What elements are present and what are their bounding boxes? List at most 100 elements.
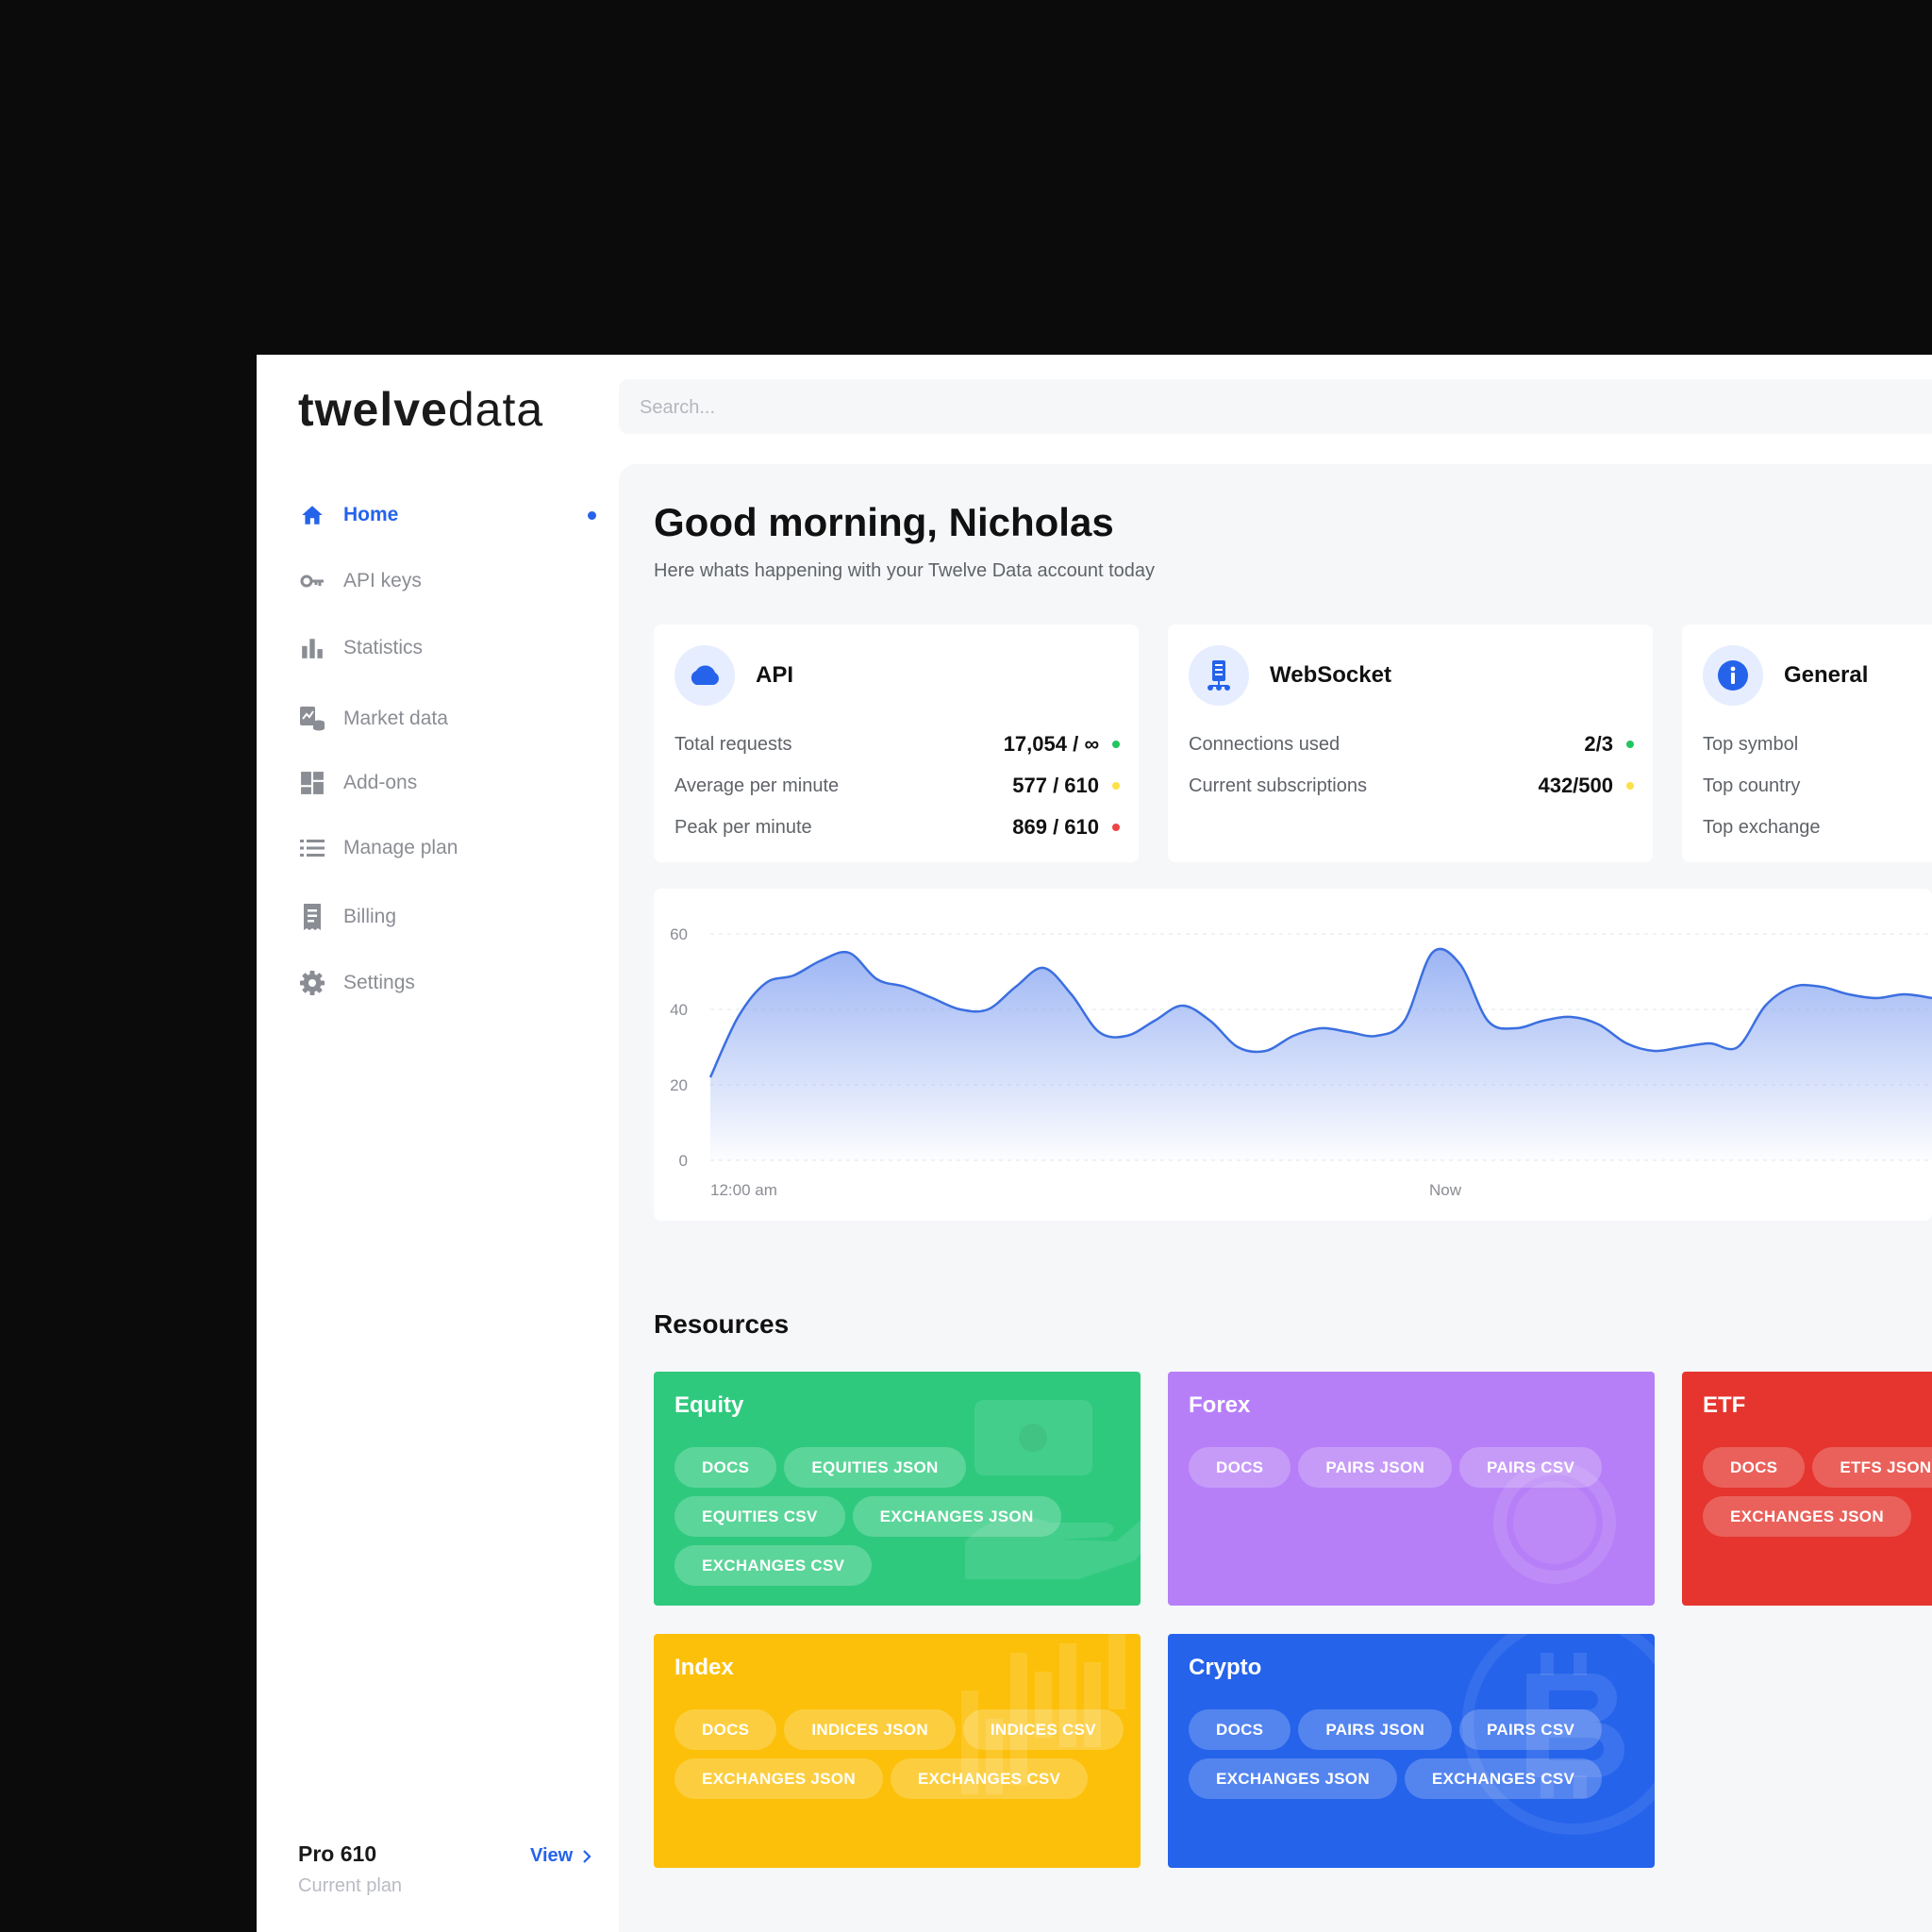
resource-link-pairs-json[interactable]: PAIRS JSON	[1298, 1447, 1453, 1488]
gear-icon	[298, 969, 326, 997]
stat-label: Average per minute	[675, 774, 840, 796]
stat-row: Average per minute 577 / 610	[675, 772, 1120, 800]
resource-card-title: Equity	[675, 1392, 744, 1418]
resource-card-title: ETF	[1703, 1392, 1746, 1418]
stat-row: Current subscriptions 432/500	[1189, 772, 1634, 800]
resource-link-docs[interactable]: DOCS	[1703, 1447, 1806, 1488]
y-tick-label: 20	[670, 1076, 688, 1094]
card-title: General	[1784, 662, 1869, 688]
stat-value: 17,054 / ∞	[1003, 732, 1099, 756]
resource-tags: DOCS PAIRS JSON PAIRS CSV	[1189, 1447, 1641, 1488]
resource-link-docs[interactable]: DOCS	[675, 1447, 777, 1488]
resource-link-exchanges-json[interactable]: EXCHANGES JSON	[852, 1496, 1061, 1537]
sidebar-item-market-data[interactable]: Market data	[298, 700, 600, 738]
resource-link-exchanges-json[interactable]: EXCHANGES JSON	[675, 1758, 883, 1799]
stat-row: Connections used 2/3	[1189, 730, 1634, 758]
resource-link-pairs-csv[interactable]: PAIRS CSV	[1459, 1447, 1603, 1488]
resource-link-indices-json[interactable]: INDICES JSON	[784, 1709, 956, 1750]
general-card: General Top symbol Top country Top excha…	[1682, 625, 1932, 862]
resource-link-equities-json[interactable]: EQUITIES JSON	[784, 1447, 966, 1488]
y-tick-label: 0	[679, 1152, 688, 1170]
sidebar-item-billing[interactable]: Billing	[298, 898, 600, 936]
status-dot	[1112, 782, 1120, 790]
logo-bold-text: twelve	[298, 383, 448, 436]
resource-link-exchanges-json[interactable]: EXCHANGES JSON	[1189, 1758, 1397, 1799]
resource-card-equity: Equity DOCS EQUITIES JSON EQUITIES CSV E…	[654, 1372, 1141, 1606]
key-icon	[298, 567, 326, 595]
sidebar-item-label: Home	[343, 504, 399, 525]
stat-label: Connections used	[1189, 733, 1341, 755]
stat-row: Top symbol	[1703, 730, 1932, 758]
resource-tags: DOCS ETFS JSON EXCHANGES JSON	[1703, 1447, 1932, 1537]
logo[interactable]: twelvedata	[298, 381, 543, 438]
card-title: WebSocket	[1270, 662, 1391, 688]
app-window: twelvedata Home API keys Statistics Mark…	[257, 355, 1932, 1932]
sidebar-item-home[interactable]: Home	[298, 496, 600, 534]
resource-link-pairs-csv[interactable]: PAIRS CSV	[1459, 1709, 1603, 1750]
resource-link-exchanges-csv[interactable]: EXCHANGES CSV	[675, 1545, 873, 1586]
sidebar-item-manage-plan[interactable]: Manage plan	[298, 829, 600, 867]
stat-row: Total requests 17,054 / ∞	[675, 730, 1120, 758]
sidebar-item-add-ons[interactable]: Add-ons	[298, 764, 600, 802]
stat-label: Total requests	[675, 733, 792, 755]
view-plan-link[interactable]: View	[530, 1845, 591, 1867]
stat-value: 869 / 610	[1012, 815, 1099, 839]
resource-link-exchanges-csv[interactable]: EXCHANGES CSV	[1404, 1758, 1603, 1799]
sidebar-item-label: Statistics	[343, 637, 424, 658]
resource-tags: DOCS PAIRS JSON PAIRS CSV EXCHANGES JSON…	[1189, 1709, 1641, 1799]
sidebar-item-label: Billing	[343, 906, 397, 927]
sidebar-item-label: Market data	[343, 708, 448, 729]
resource-link-docs[interactable]: DOCS	[1189, 1709, 1291, 1750]
stat-label: Top symbol	[1703, 733, 1799, 755]
card-title: API	[756, 662, 794, 688]
logo-light-text: data	[447, 383, 544, 436]
resource-link-docs[interactable]: DOCS	[675, 1709, 777, 1750]
grid-icon	[298, 769, 326, 797]
stat-row: Top country	[1703, 772, 1932, 800]
y-tick-label: 40	[670, 1001, 688, 1019]
stat-label: Top country	[1703, 774, 1801, 796]
sidebar: twelvedata Home API keys Statistics Mark…	[257, 355, 619, 1932]
receipt-icon	[298, 903, 326, 931]
resource-link-indices-csv[interactable]: INDICES CSV	[962, 1709, 1124, 1750]
resource-link-etfs-json[interactable]: ETFS JSON	[1812, 1447, 1932, 1488]
main-content: Good morning, Nicholas Here whats happen…	[619, 464, 1932, 1932]
resource-tags: DOCS INDICES JSON INDICES CSV EXCHANGES …	[675, 1709, 1127, 1799]
usage-chart: 0 20 40 60 12:00 am Now	[654, 889, 1932, 1221]
sidebar-item-settings[interactable]: Settings	[298, 964, 600, 1002]
view-plan-label: View	[530, 1845, 574, 1866]
active-indicator-dot	[588, 511, 596, 520]
resource-link-pairs-json[interactable]: PAIRS JSON	[1298, 1709, 1453, 1750]
resource-link-docs[interactable]: DOCS	[1189, 1447, 1291, 1488]
stat-label: Peak per minute	[675, 816, 812, 838]
page-subtitle: Here whats happening with your Twelve Da…	[654, 560, 1156, 581]
info-icon	[1703, 645, 1763, 706]
stat-value: 432/500	[1538, 774, 1613, 797]
resource-link-exchanges-csv[interactable]: EXCHANGES CSV	[890, 1758, 1089, 1799]
resource-card-title: Index	[675, 1655, 734, 1680]
list-icon	[298, 834, 326, 862]
sidebar-item-statistics[interactable]: Statistics	[298, 629, 600, 667]
plan-name: Pro 610	[298, 1841, 377, 1866]
resources-title: Resources	[654, 1309, 790, 1339]
stat-label: Top exchange	[1703, 816, 1821, 838]
bar-chart-icon	[298, 634, 326, 662]
x-tick-label: 12:00 am	[710, 1181, 777, 1199]
home-icon	[298, 501, 326, 529]
resource-card-forex: Forex DOCS PAIRS JSON PAIRS CSV	[1168, 1372, 1655, 1606]
usage-chart-svg: 0 20 40 60 12:00 am Now	[670, 925, 1932, 1199]
cloud-icon	[675, 645, 735, 706]
search-input[interactable]	[619, 379, 1491, 436]
sidebar-item-api-keys[interactable]: API keys	[298, 562, 600, 600]
chevron-right-icon	[583, 1849, 591, 1863]
resource-card-index: Index DOCS INDICES JSON INDICES CSV EXCH…	[654, 1634, 1141, 1868]
websocket-card: WebSocket Connections used 2/3 Current s…	[1168, 625, 1653, 862]
stat-label: Current subscriptions	[1189, 774, 1367, 796]
sidebar-item-label: Add-ons	[343, 772, 418, 793]
resource-link-exchanges-json[interactable]: EXCHANGES JSON	[1703, 1496, 1911, 1537]
resource-card-crypto: Crypto DOCS PAIRS JSON PAIRS CSV EXCHANG…	[1168, 1634, 1655, 1868]
status-dot	[1626, 741, 1634, 748]
plan-subtitle: Current plan	[298, 1875, 403, 1896]
stat-row: Top exchange	[1703, 813, 1932, 841]
resource-link-equities-csv[interactable]: EQUITIES CSV	[675, 1496, 845, 1537]
